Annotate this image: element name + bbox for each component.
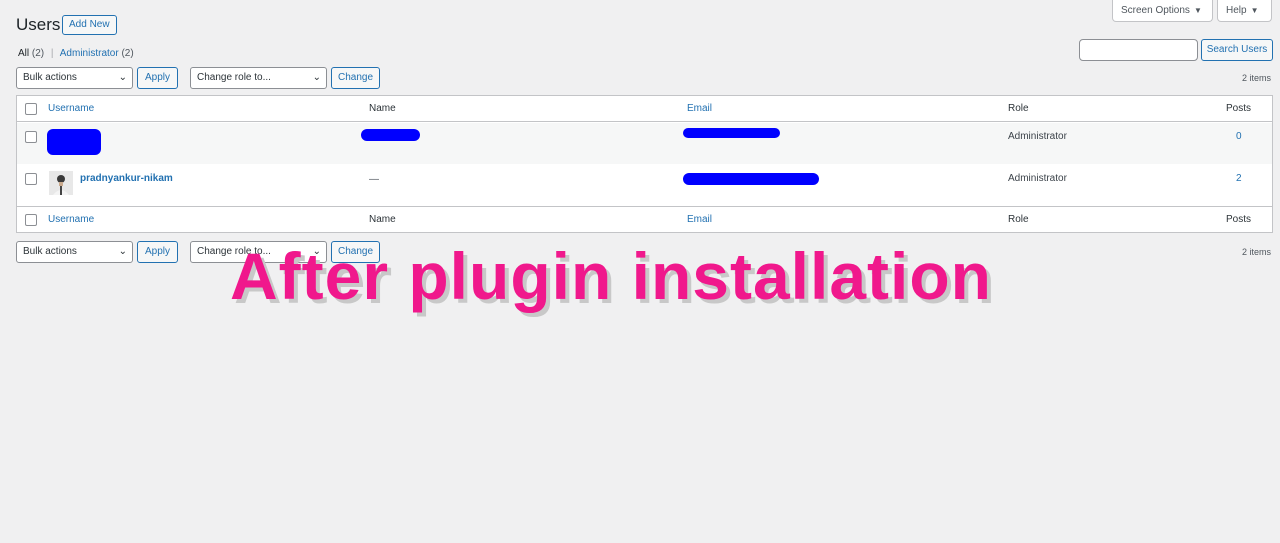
user-role: Administrator [1008,131,1067,142]
change-role-select[interactable]: Change role to... ⌄ [190,67,327,89]
chevron-down-icon: ⌄ [312,72,321,83]
search-users-button[interactable]: Search Users [1201,39,1273,61]
row-checkbox[interactable] [25,131,37,143]
column-posts: Posts [1226,214,1252,225]
items-count: 2 items [1242,73,1272,83]
chevron-down-icon: ⌄ [118,246,127,257]
users-table: Username Name Email Role Posts Administr… [16,95,1273,233]
view-all-count: (2) [31,48,45,59]
column-role: Role [1008,214,1029,225]
username-link[interactable]: pradnyankur-nikam [80,173,173,184]
column-posts: Posts [1226,103,1252,114]
bulk-actions-value: Bulk actions [23,72,77,83]
redacted-username [47,129,101,155]
caret-down-icon: ▼ [1193,6,1202,15]
page-title: Users [16,15,61,34]
screen-options-label: Screen Options [1121,5,1190,16]
bulk-actions-value: Bulk actions [23,246,77,257]
select-all-checkbox[interactable] [25,103,37,115]
add-new-button[interactable]: Add New [62,15,117,35]
user-posts-count[interactable]: 2 [1236,173,1242,184]
view-separator: | [50,48,54,59]
user-name: — [369,174,379,185]
column-username[interactable]: Username [48,214,94,225]
bulk-actions-select[interactable]: Bulk actions ⌄ [16,67,133,89]
search-input[interactable] [1079,39,1198,61]
view-administrator-link[interactable]: Administrator [60,48,119,59]
help-label: Help [1226,5,1247,16]
column-username[interactable]: Username [48,103,94,114]
caret-down-icon: ▼ [1250,6,1259,15]
view-administrator-count: (2) [121,48,134,59]
row-checkbox[interactable] [25,173,37,185]
column-email[interactable]: Email [687,103,712,114]
screen-options-button[interactable]: Screen Options ▼ [1112,0,1213,22]
views-filter: All (2) | Administrator (2) [18,48,134,59]
user-role: Administrator [1008,173,1067,184]
chevron-down-icon: ⌄ [118,72,127,83]
change-role-value: Change role to... [197,72,271,83]
table-row: pradnyankur-nikam — Administrator 2 [17,164,1272,206]
redacted-email [683,128,780,138]
user-avatar-icon [49,171,73,195]
bulk-actions-select-bottom[interactable]: Bulk actions ⌄ [16,241,133,263]
table-header-row: Username Name Email Role Posts [17,96,1272,122]
help-button[interactable]: Help ▼ [1217,0,1272,22]
change-role-button[interactable]: Change [331,67,380,89]
column-email[interactable]: Email [687,214,712,225]
table-footer-row: Username Name Email Role Posts [17,206,1272,232]
redacted-email [683,173,819,185]
items-count-bottom: 2 items [1242,247,1272,257]
view-all-link[interactable]: All [18,48,29,59]
annotation-overlay-text: After plugin installation [230,239,992,313]
user-posts-count[interactable]: 0 [1236,131,1242,142]
apply-button[interactable]: Apply [137,67,178,89]
apply-button-bottom[interactable]: Apply [137,241,178,263]
redacted-name [361,129,420,141]
column-name: Name [369,103,396,114]
column-name: Name [369,214,396,225]
column-role: Role [1008,103,1029,114]
avatar [49,171,73,195]
select-all-checkbox[interactable] [25,214,37,226]
table-row: Administrator 0 [17,123,1272,164]
